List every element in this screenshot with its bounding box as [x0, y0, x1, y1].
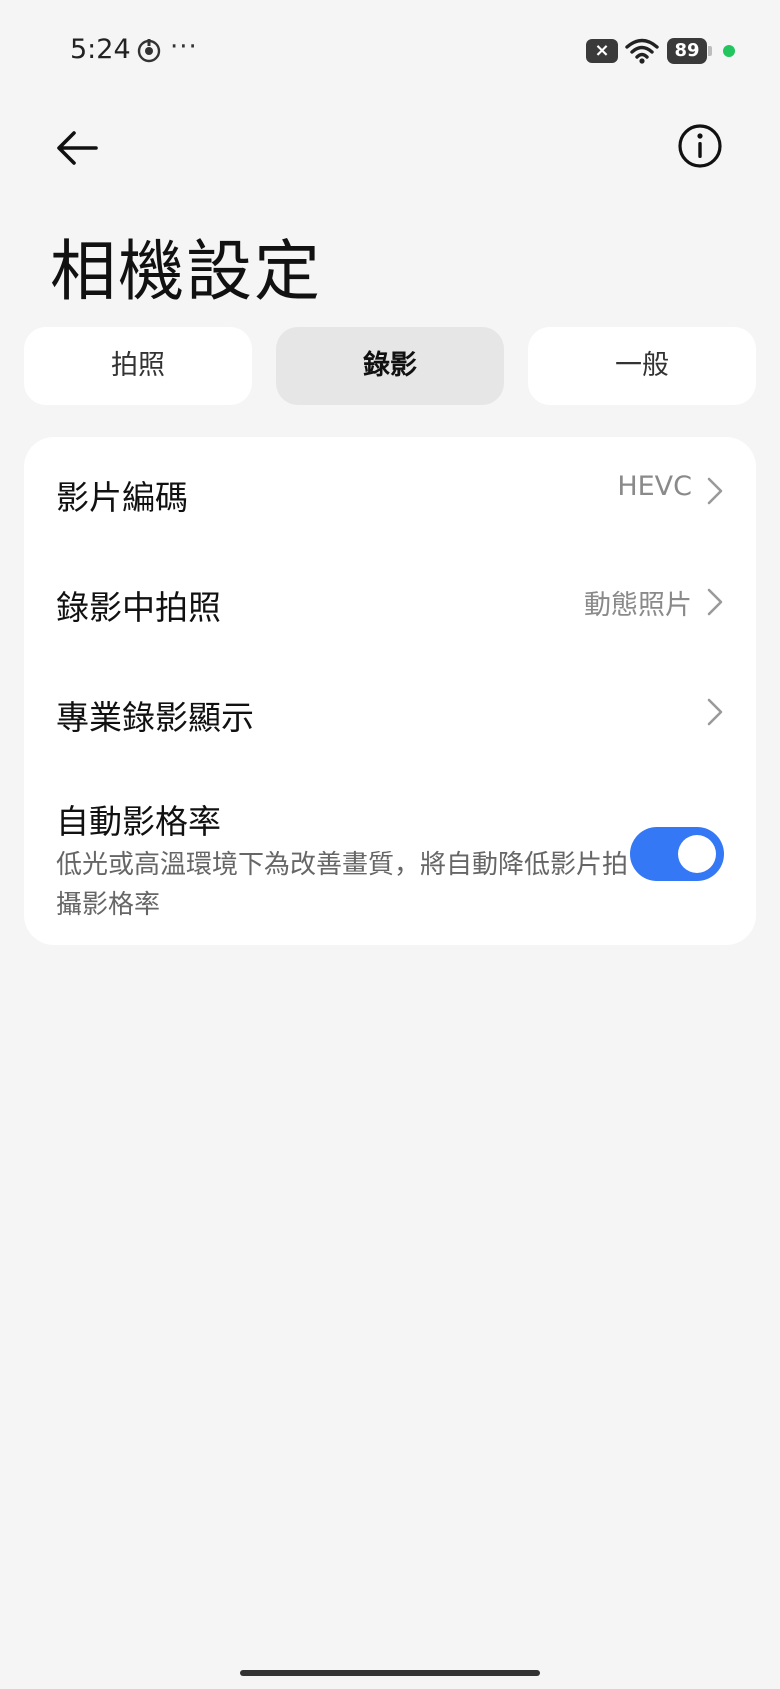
tab-video[interactable]: 錄影 — [276, 327, 504, 405]
more-notifications-icon: ··· — [170, 32, 198, 62]
chevron-right-icon — [707, 477, 723, 505]
settings-card: 影片編碼 HEVC 錄影中拍照 動態照片 專業錄影顯示 自動影格率 低光或高溫環… — [24, 437, 756, 945]
auto-frame-rate-toggle[interactable] — [630, 827, 724, 881]
setting-photo-while-recording[interactable]: 錄影中拍照 動態照片 — [24, 547, 756, 657]
setting-value: 動態照片 — [584, 590, 692, 621]
status-bar: 5:24 ··· × 89 — [0, 0, 780, 100]
chevron-right-icon — [707, 588, 723, 616]
page-title: 相機設定 — [50, 233, 322, 310]
tab-general[interactable]: 一般 — [528, 327, 756, 405]
home-indicator[interactable] — [240, 1670, 540, 1676]
battery-indicator: 89 — [667, 38, 707, 64]
chevron-right-icon — [707, 698, 723, 726]
battery-tip — [708, 46, 712, 56]
setting-label: 錄影中拍照 — [56, 588, 221, 627]
no-sim-icon: × — [586, 39, 618, 63]
setting-auto-frame-rate: 自動影格率 低光或高溫環境下為改善畫質，將自動降低影片拍攝影格率 — [24, 767, 756, 945]
toggle-knob — [678, 835, 716, 873]
setting-label: 專業錄影顯示 — [56, 698, 254, 737]
status-time: 5:24 — [70, 34, 131, 65]
setting-label: 影片編碼 — [56, 478, 188, 517]
setting-pro-video-display[interactable]: 專業錄影顯示 — [24, 657, 756, 767]
setting-label: 自動影格率 — [56, 802, 221, 841]
privacy-indicator-dot — [723, 45, 735, 57]
setting-value: HEVC — [617, 471, 692, 502]
info-icon[interactable] — [676, 122, 724, 170]
wifi-icon — [625, 38, 659, 64]
setting-description: 低光或高溫環境下為改善畫質，將自動降低影片拍攝影格率 — [56, 850, 629, 920]
mode-tabs: 拍照 錄影 一般 — [24, 327, 758, 405]
tab-photo[interactable]: 拍照 — [24, 327, 252, 405]
setting-video-codec[interactable]: 影片編碼 HEVC — [24, 437, 756, 547]
back-arrow-icon[interactable] — [50, 120, 106, 176]
focus-icon — [137, 39, 161, 63]
